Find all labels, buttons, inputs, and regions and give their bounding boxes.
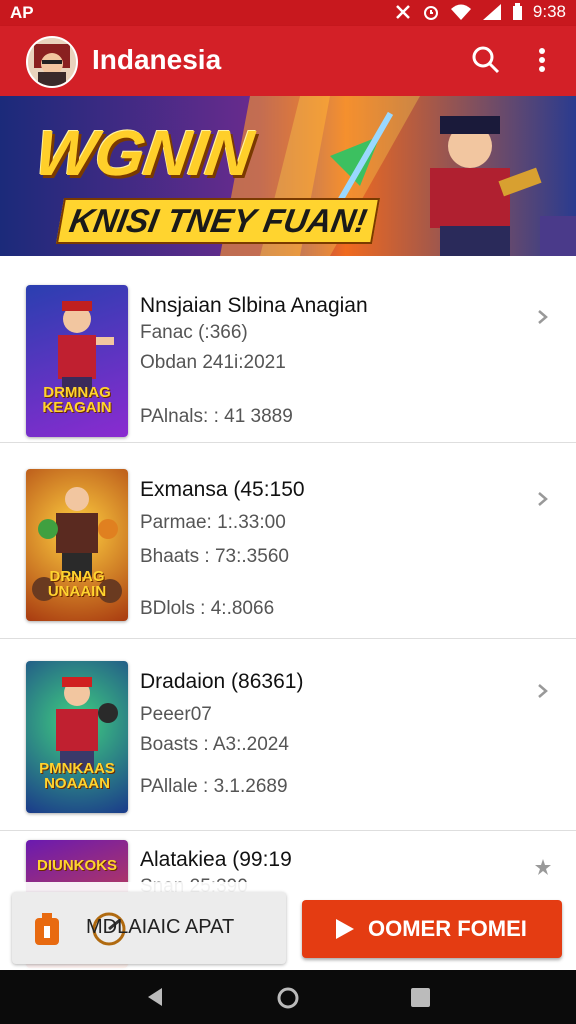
more-vert-icon bbox=[539, 48, 545, 72]
item-line-3: PAlnals: : 41 3889 bbox=[140, 406, 293, 427]
promo-banner[interactable]: WGNIN KNISI TNEY FUAN! bbox=[0, 96, 576, 256]
status-left-text: AP bbox=[10, 3, 34, 22]
item-title: Exmansa (45:150 bbox=[140, 478, 305, 501]
banner-subline: KNISI TNEY FUAN! bbox=[55, 198, 381, 244]
thumbnail-title: DRNAG UNAAIN bbox=[47, 568, 107, 600]
search-icon bbox=[472, 46, 500, 74]
alarm-icon bbox=[423, 6, 438, 20]
game-thumbnail: DRMNAG KEAGAIN bbox=[26, 285, 128, 437]
bottom-action-bar: MDLAIAIC APAT OOMER FOMEI bbox=[0, 882, 576, 970]
item-title: Alatakiea (99:19 bbox=[140, 848, 292, 871]
item-line-1: Peeer07 bbox=[140, 704, 212, 725]
secondary-action-button[interactable]: MDLAIAIC APAT bbox=[12, 892, 286, 964]
list-item[interactable]: DRMNAG KEAGAIN Nnsjaian Slbina Anagian F… bbox=[0, 258, 576, 443]
item-title: Nnsjaian Slbina Anagian bbox=[140, 294, 368, 317]
search-button[interactable] bbox=[470, 44, 502, 76]
nfc-icon bbox=[396, 5, 410, 19]
list-item[interactable]: DRNAG UNAAIN Exmansa (45:150 Parmae: 1:.… bbox=[0, 454, 576, 639]
battery-icon bbox=[35, 913, 59, 945]
item-line-3: PAllale : 3.1.2689 bbox=[140, 776, 288, 797]
app-title: Indanesia bbox=[92, 44, 222, 75]
item-line-2: Boasts : A3:.2024 bbox=[140, 734, 289, 755]
item-line-1: Fanac (:366) bbox=[140, 322, 248, 343]
list-item[interactable]: PMNKAAS NOAAAN Dradaion (86361) Peeer07 … bbox=[0, 646, 576, 831]
home-icon[interactable] bbox=[276, 986, 300, 1010]
play-icon bbox=[336, 919, 354, 939]
game-thumbnail: PMNKAAS NOAAAN bbox=[26, 661, 128, 813]
secondary-action-label: MDLAIAIC APAT bbox=[86, 916, 235, 938]
chevron-right-icon[interactable] bbox=[534, 308, 552, 326]
back-icon[interactable] bbox=[144, 986, 166, 1008]
recents-icon[interactable] bbox=[410, 987, 431, 1008]
wifi-icon bbox=[450, 4, 471, 20]
status-right-group: 9:38 bbox=[394, 2, 566, 22]
primary-action-label: OOMER FOMEI bbox=[368, 916, 527, 941]
system-nav-bar bbox=[0, 970, 576, 1024]
overflow-menu-button[interactable] bbox=[528, 44, 560, 76]
battery-status-icon bbox=[512, 3, 522, 20]
item-line-3: BDlols : 4:.8066 bbox=[140, 598, 275, 619]
signal-icon bbox=[482, 4, 501, 20]
game-thumbnail: DRNAG UNAAIN bbox=[26, 469, 128, 621]
item-line-2: Bhaats : 73:.3560 bbox=[140, 546, 289, 567]
star-icon[interactable] bbox=[534, 858, 552, 876]
thumbnail-title: DIUNKOKS bbox=[36, 857, 117, 874]
thumbnail-title: DRMNAG KEAGAIN bbox=[42, 384, 112, 416]
primary-action-button[interactable]: OOMER FOMEI bbox=[302, 900, 562, 958]
item-title: Dradaion (86361) bbox=[140, 670, 304, 693]
avatar-image bbox=[28, 38, 76, 86]
thumbnail-title: PMNKAAS NOAAAN bbox=[39, 760, 115, 792]
item-line-2: Obdan 241i:2021 bbox=[140, 352, 286, 373]
app-bar: Indanesia bbox=[0, 26, 576, 96]
banner-headline: WGNIN bbox=[30, 117, 257, 189]
status-bar: AP 9:38 bbox=[0, 0, 576, 26]
chevron-right-icon[interactable] bbox=[534, 682, 552, 700]
avatar[interactable] bbox=[26, 36, 78, 88]
chevron-right-icon[interactable] bbox=[534, 490, 552, 508]
status-time: 9:38 bbox=[532, 2, 566, 21]
item-line-1: Parmae: 1:.33:00 bbox=[140, 512, 286, 533]
